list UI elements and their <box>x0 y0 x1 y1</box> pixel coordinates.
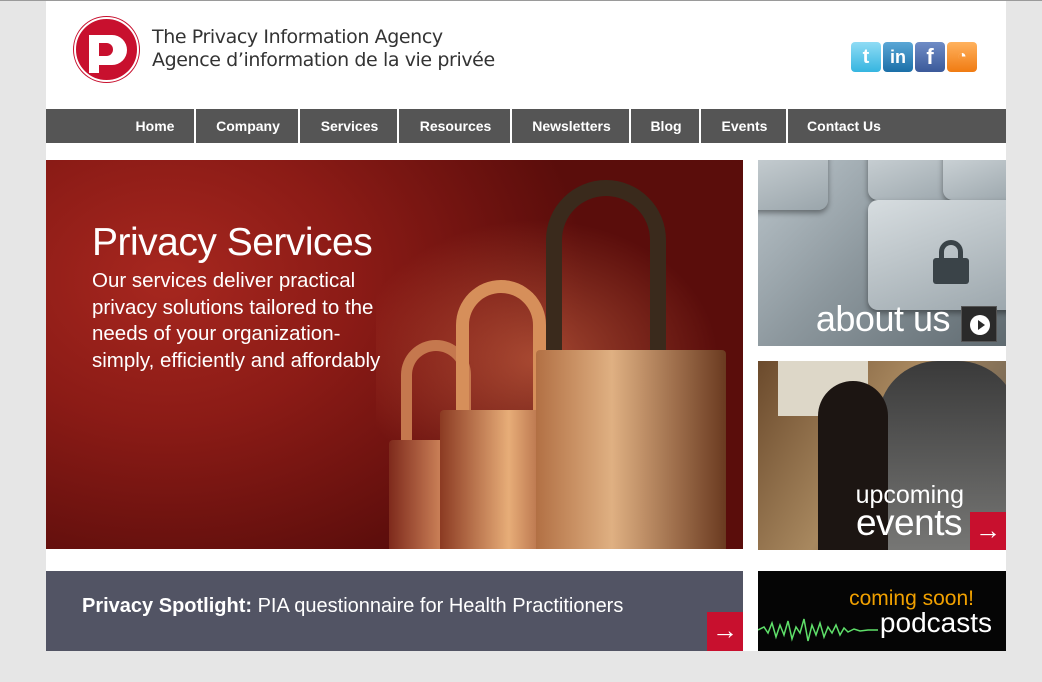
hero-banner[interactable]: Privacy Services Our services deliver pr… <box>46 160 743 549</box>
page-container: The Privacy Information Agency Agence d’… <box>46 1 1006 651</box>
nav-item-home[interactable]: Home <box>114 109 196 143</box>
nav-item-resources[interactable]: Resources <box>397 109 512 143</box>
sound-wave-icon <box>758 618 878 642</box>
play-icon[interactable] <box>961 306 997 342</box>
social-links: t in f ◔ <box>851 42 977 72</box>
spotlight-arrow-icon[interactable]: → <box>707 612 743 651</box>
events-arrow-icon[interactable]: → <box>970 512 1006 550</box>
nav-item-company[interactable]: Company <box>194 109 300 143</box>
brand-title-en: The Privacy Information Agency <box>152 26 443 48</box>
main-nav: Home Company Services Resources Newslett… <box>46 109 1006 143</box>
podcasts-tile[interactable]: coming soon! podcasts <box>758 571 1006 651</box>
spotlight-label: Privacy Spotlight: <box>82 595 253 617</box>
linkedin-icon[interactable]: in <box>883 42 913 72</box>
brand-title: The Privacy Information Agency Agence d’… <box>152 26 495 72</box>
hero-title: Privacy Services <box>92 221 373 264</box>
hero-description: Our services deliver practical privacy s… <box>92 269 381 372</box>
rss-icon[interactable]: ◔ <box>947 42 977 72</box>
twitter-icon[interactable]: t <box>851 42 881 72</box>
nav-item-services[interactable]: Services <box>298 109 399 143</box>
keyboard-key-image <box>943 160 1006 200</box>
about-us-tile[interactable]: about us <box>758 160 1006 346</box>
podcasts-label: podcasts <box>879 607 992 638</box>
facebook-icon[interactable]: f <box>915 42 945 72</box>
spotlight-text: Privacy Spotlight: PIA questionnaire for… <box>82 595 623 618</box>
nav-item-contact-us[interactable]: Contact Us <box>786 109 900 143</box>
nav-item-blog[interactable]: Blog <box>629 109 701 143</box>
padlock-icon <box>933 240 969 284</box>
nav-item-newsletters[interactable]: Newsletters <box>510 109 631 143</box>
privacy-spotlight-banner[interactable]: Privacy Spotlight: PIA questionnaire for… <box>46 571 743 651</box>
about-us-label: about us <box>815 298 951 339</box>
events-label: events <box>855 502 963 543</box>
pia-logo-icon[interactable] <box>74 17 139 82</box>
spotlight-link-text[interactable]: PIA questionnaire for Health Practitione… <box>258 595 624 617</box>
upcoming-events-tile[interactable]: upcoming events → <box>758 361 1006 550</box>
brand-title-fr: Agence d’information de la vie privée <box>152 49 495 71</box>
nav-item-events[interactable]: Events <box>699 109 788 143</box>
keyboard-key-image <box>758 160 828 210</box>
